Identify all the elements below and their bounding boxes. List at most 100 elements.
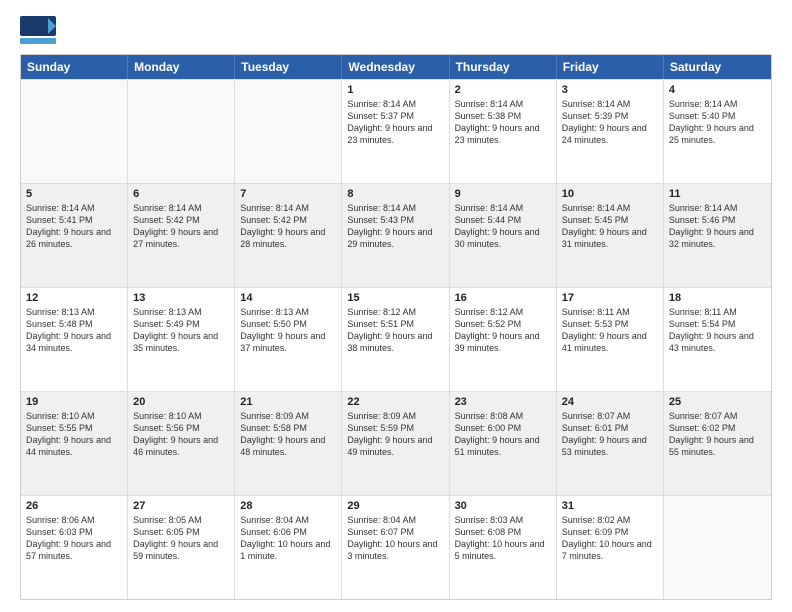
day-number: 7 xyxy=(240,188,336,200)
day-number: 15 xyxy=(347,292,443,304)
weekday-header: Thursday xyxy=(450,55,557,79)
day-number: 19 xyxy=(26,396,122,408)
calendar-cell: 6 Sunrise: 8:14 AM Sunset: 5:42 PM Daylig… xyxy=(128,184,235,287)
calendar-cell: 10Sunrise: 8:14 AM Sunset: 5:45 PM Dayli… xyxy=(557,184,664,287)
calendar-cell: 27 Sunrise: 8:05 AM Sunset: 6:05 PM Dayli… xyxy=(128,496,235,599)
cell-info: Sunrise: 8:03 AM Sunset: 6:08 PM Dayligh… xyxy=(455,514,551,563)
cell-info: Sunrise: 8:11 AM Sunset: 5:54 PM Dayligh… xyxy=(669,306,766,355)
cell-info: Sunrise: 8:09 AM Sunset: 5:59 PM Dayligh… xyxy=(347,410,443,459)
calendar-cell: 25 Sunrise: 8:07 AM Sunset: 6:02 PM Dayli… xyxy=(664,392,771,495)
header xyxy=(20,16,772,44)
calendar-cell: 28Sunrise: 8:04 AM Sunset: 6:06 PM Dayli… xyxy=(235,496,342,599)
cell-info: Sunrise: 8:13 AM Sunset: 5:49 PM Dayligh… xyxy=(133,306,229,355)
calendar-cell: 1 Sunrise: 8:14 AM Sunset: 5:37 PM Daylig… xyxy=(342,80,449,183)
cell-info: Sunrise: 8:10 AM Sunset: 5:55 PM Dayligh… xyxy=(26,410,122,459)
cell-info: Sunrise: 8:12 AM Sunset: 5:51 PM Dayligh… xyxy=(347,306,443,355)
day-number: 28 xyxy=(240,500,336,512)
cell-info: Sunrise: 8:13 AM Sunset: 5:50 PM Dayligh… xyxy=(240,306,336,355)
calendar-cell xyxy=(128,80,235,183)
calendar-row: 5Sunrise: 8:14 AM Sunset: 5:41 PM Daylig… xyxy=(21,183,771,287)
day-number: 5 xyxy=(26,188,122,200)
calendar-cell: 20 Sunrise: 8:10 AM Sunset: 5:56 PM Dayli… xyxy=(128,392,235,495)
calendar-cell xyxy=(235,80,342,183)
cell-info: Sunrise: 8:14 AM Sunset: 5:45 PM Dayligh… xyxy=(562,202,658,251)
day-number: 31 xyxy=(562,500,658,512)
day-number: 22 xyxy=(347,396,443,408)
day-number: 2 xyxy=(455,84,551,96)
weekday-header: Wednesday xyxy=(342,55,449,79)
day-number: 21 xyxy=(240,396,336,408)
cell-info: Sunrise: 8:06 AM Sunset: 6:03 PM Dayligh… xyxy=(26,514,122,563)
day-number: 12 xyxy=(26,292,122,304)
cell-info: Sunrise: 8:08 AM Sunset: 6:00 PM Dayligh… xyxy=(455,410,551,459)
day-number: 8 xyxy=(347,188,443,200)
day-number: 6 xyxy=(133,188,229,200)
calendar-body: 1 Sunrise: 8:14 AM Sunset: 5:37 PM Daylig… xyxy=(21,79,771,599)
day-number: 14 xyxy=(240,292,336,304)
calendar-cell: 5Sunrise: 8:14 AM Sunset: 5:41 PM Daylig… xyxy=(21,184,128,287)
calendar: SundayMondayTuesdayWednesdayThursdayFrid… xyxy=(20,54,772,600)
cell-info: Sunrise: 8:04 AM Sunset: 6:07 PM Dayligh… xyxy=(347,514,443,563)
calendar-cell: 31 Sunrise: 8:02 AM Sunset: 6:09 PM Dayli… xyxy=(557,496,664,599)
day-number: 30 xyxy=(455,500,551,512)
cell-info: Sunrise: 8:07 AM Sunset: 6:02 PM Dayligh… xyxy=(669,410,766,459)
cell-info: Sunrise: 8:11 AM Sunset: 5:53 PM Dayligh… xyxy=(562,306,658,355)
weekday-header: Sunday xyxy=(21,55,128,79)
day-number: 25 xyxy=(669,396,766,408)
day-number: 26 xyxy=(26,500,122,512)
cell-info: Sunrise: 8:14 AM Sunset: 5:44 PM Dayligh… xyxy=(455,202,551,251)
calendar-cell: 12 Sunrise: 8:13 AM Sunset: 5:48 PM Dayli… xyxy=(21,288,128,391)
page: SundayMondayTuesdayWednesdayThursdayFrid… xyxy=(0,0,792,612)
calendar-row: 19 Sunrise: 8:10 AM Sunset: 5:55 PM Dayli… xyxy=(21,391,771,495)
day-number: 3 xyxy=(562,84,658,96)
weekday-header: Friday xyxy=(557,55,664,79)
weekday-header: Saturday xyxy=(664,55,771,79)
cell-info: Sunrise: 8:12 AM Sunset: 5:52 PM Dayligh… xyxy=(455,306,551,355)
day-number: 1 xyxy=(347,84,443,96)
calendar-row: 12 Sunrise: 8:13 AM Sunset: 5:48 PM Dayli… xyxy=(21,287,771,391)
day-number: 29 xyxy=(347,500,443,512)
cell-info: Sunrise: 8:14 AM Sunset: 5:42 PM Dayligh… xyxy=(133,202,229,251)
logo-icon xyxy=(20,16,56,44)
cell-info: Sunrise: 8:14 AM Sunset: 5:38 PM Dayligh… xyxy=(455,98,551,147)
calendar-cell: 3 Sunrise: 8:14 AM Sunset: 5:39 PM Daylig… xyxy=(557,80,664,183)
logo xyxy=(20,16,60,44)
day-number: 20 xyxy=(133,396,229,408)
day-number: 18 xyxy=(669,292,766,304)
cell-info: Sunrise: 8:14 AM Sunset: 5:42 PM Dayligh… xyxy=(240,202,336,251)
calendar-row: 1 Sunrise: 8:14 AM Sunset: 5:37 PM Daylig… xyxy=(21,79,771,183)
calendar-cell: 15 Sunrise: 8:12 AM Sunset: 5:51 PM Dayli… xyxy=(342,288,449,391)
calendar-cell: 11Sunrise: 8:14 AM Sunset: 5:46 PM Dayli… xyxy=(664,184,771,287)
calendar-cell: 22 Sunrise: 8:09 AM Sunset: 5:59 PM Dayli… xyxy=(342,392,449,495)
calendar-cell: 7 Sunrise: 8:14 AM Sunset: 5:42 PM Daylig… xyxy=(235,184,342,287)
calendar-cell: 19 Sunrise: 8:10 AM Sunset: 5:55 PM Dayli… xyxy=(21,392,128,495)
day-number: 24 xyxy=(562,396,658,408)
calendar-cell: 21 Sunrise: 8:09 AM Sunset: 5:58 PM Dayli… xyxy=(235,392,342,495)
day-number: 27 xyxy=(133,500,229,512)
calendar-cell: 13 Sunrise: 8:13 AM Sunset: 5:49 PM Dayli… xyxy=(128,288,235,391)
calendar-cell: 18 Sunrise: 8:11 AM Sunset: 5:54 PM Dayli… xyxy=(664,288,771,391)
cell-info: Sunrise: 8:14 AM Sunset: 5:37 PM Dayligh… xyxy=(347,98,443,147)
day-number: 9 xyxy=(455,188,551,200)
calendar-cell: 2 Sunrise: 8:14 AM Sunset: 5:38 PM Daylig… xyxy=(450,80,557,183)
cell-info: Sunrise: 8:14 AM Sunset: 5:43 PM Dayligh… xyxy=(347,202,443,251)
cell-info: Sunrise: 8:05 AM Sunset: 6:05 PM Dayligh… xyxy=(133,514,229,563)
cell-info: Sunrise: 8:10 AM Sunset: 5:56 PM Dayligh… xyxy=(133,410,229,459)
calendar-cell: 8 Sunrise: 8:14 AM Sunset: 5:43 PM Daylig… xyxy=(342,184,449,287)
cell-info: Sunrise: 8:13 AM Sunset: 5:48 PM Dayligh… xyxy=(26,306,122,355)
calendar-cell: 26 Sunrise: 8:06 AM Sunset: 6:03 PM Dayli… xyxy=(21,496,128,599)
calendar-header: SundayMondayTuesdayWednesdayThursdayFrid… xyxy=(21,55,771,79)
day-number: 4 xyxy=(669,84,766,96)
calendar-cell: 17 Sunrise: 8:11 AM Sunset: 5:53 PM Dayli… xyxy=(557,288,664,391)
calendar-cell: 24 Sunrise: 8:07 AM Sunset: 6:01 PM Dayli… xyxy=(557,392,664,495)
cell-info: Sunrise: 8:09 AM Sunset: 5:58 PM Dayligh… xyxy=(240,410,336,459)
calendar-cell: 9 Sunrise: 8:14 AM Sunset: 5:44 PM Daylig… xyxy=(450,184,557,287)
cell-info: Sunrise: 8:02 AM Sunset: 6:09 PM Dayligh… xyxy=(562,514,658,563)
calendar-cell: 4Sunrise: 8:14 AM Sunset: 5:40 PM Daylig… xyxy=(664,80,771,183)
day-number: 17 xyxy=(562,292,658,304)
day-number: 13 xyxy=(133,292,229,304)
cell-info: Sunrise: 8:14 AM Sunset: 5:46 PM Dayligh… xyxy=(669,202,766,251)
calendar-cell: 23Sunrise: 8:08 AM Sunset: 6:00 PM Dayli… xyxy=(450,392,557,495)
cell-info: Sunrise: 8:07 AM Sunset: 6:01 PM Dayligh… xyxy=(562,410,658,459)
cell-info: Sunrise: 8:14 AM Sunset: 5:39 PM Dayligh… xyxy=(562,98,658,147)
